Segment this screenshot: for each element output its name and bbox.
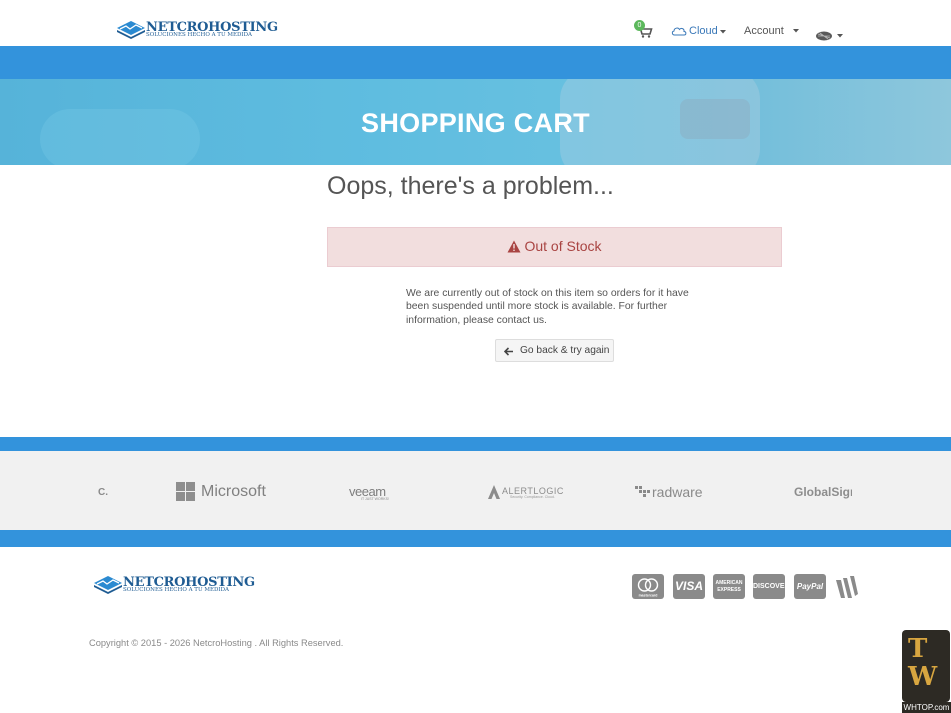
- nav-account-label: Account: [744, 25, 784, 37]
- mastercard-label: mastercard: [639, 594, 658, 598]
- partner-logo-partial: C.: [98, 487, 108, 498]
- chevron-down-icon: [720, 30, 726, 34]
- logo-mark-icon: [94, 576, 122, 594]
- partner-logo-globalsign[interactable]: GlobalSign: [794, 485, 852, 499]
- cloud-icon: [671, 27, 687, 36]
- partner-logo-veeam[interactable]: veeam IT JUST WORKS!: [349, 483, 397, 501]
- microsoft-logo-square: [186, 492, 195, 501]
- mastercard-icon: mastercard: [632, 574, 664, 599]
- microsoft-logo-square: [176, 492, 185, 501]
- go-back-label: Go back & try again: [520, 345, 610, 356]
- microsoft-logo-square: [186, 482, 195, 491]
- out-of-stock-description: We are currently out of stock on this it…: [406, 288, 689, 326]
- copyright-text: Copyright © 2015 - 2026 NetcroHosting . …: [89, 638, 344, 648]
- partners-bottom-band: [0, 530, 951, 547]
- warning-icon: [507, 240, 521, 253]
- page-title: SHOPPING CART: [361, 108, 590, 138]
- problem-heading: Oops, there's a problem...: [327, 172, 614, 200]
- mastercard-circles-icon: mastercard: [637, 578, 659, 598]
- footer-logo[interactable]: NETCROHOSTING SOLUCIONES HECHO A TU MEDI…: [93, 575, 255, 597]
- arrow-left-icon: [504, 347, 513, 356]
- alert-text: Out of Stock: [524, 238, 602, 254]
- partner-label: Microsoft: [201, 483, 266, 500]
- partner-label: radware: [652, 484, 703, 500]
- footer-logo-tagline: SOLUCIONES HECHO A TU MEDIDA: [123, 587, 229, 593]
- go-back-button[interactable]: Go back & try again: [495, 339, 614, 362]
- discover-icon: DISCOVER: [753, 574, 790, 599]
- amex-icon: AMERICAN EXPRESS: [713, 574, 745, 599]
- language-selector[interactable]: [816, 26, 844, 45]
- nav-cloud-label: Cloud: [689, 25, 718, 37]
- watermark-url: WHTOP.com: [902, 702, 951, 713]
- site-logo[interactable]: NETCROHOSTING SOLUCIONES HECHO A TU MEDI…: [116, 20, 278, 42]
- whtop-t-letter: T: [908, 634, 928, 664]
- partners-carousel: C. Microsoft veeam IT JUST WORKS! ALERTL…: [0, 451, 951, 530]
- microsoft-logo-icon: [176, 482, 185, 491]
- top-navbar: NETCROHOSTING SOLUCIONES HECHO A TU MEDI…: [0, 0, 951, 46]
- logo-tagline: SOLUCIONES HECHO A TU MEDIDA: [146, 32, 252, 38]
- alert-content: Out of Stock: [328, 238, 781, 254]
- language-flag-icon: [816, 31, 843, 41]
- whtop-watermark: T W WHTOP.com: [900, 630, 951, 713]
- header-blue-band: [0, 46, 951, 79]
- whtop-w-letter: W: [908, 662, 938, 692]
- alertlogic-logo-icon: [488, 485, 500, 499]
- nav-account-menu[interactable]: Account: [744, 25, 799, 37]
- cart-count-badge: 0: [634, 20, 645, 31]
- out-of-stock-alert: Out of Stock: [327, 227, 782, 267]
- partner-sublabel: Security. Compliance. Cloud.: [510, 495, 555, 499]
- visa-icon: VISA: [673, 574, 705, 599]
- paypal-icon: PayPal: [794, 574, 826, 599]
- partners-top-band: [0, 437, 951, 451]
- logo-mark-icon: [117, 21, 145, 39]
- chevron-down-icon: [792, 29, 799, 33]
- partner-sublabel: IT JUST WORKS!: [361, 497, 389, 501]
- radware-logo-icon: [635, 486, 650, 497]
- w-payment-icon: [836, 576, 858, 598]
